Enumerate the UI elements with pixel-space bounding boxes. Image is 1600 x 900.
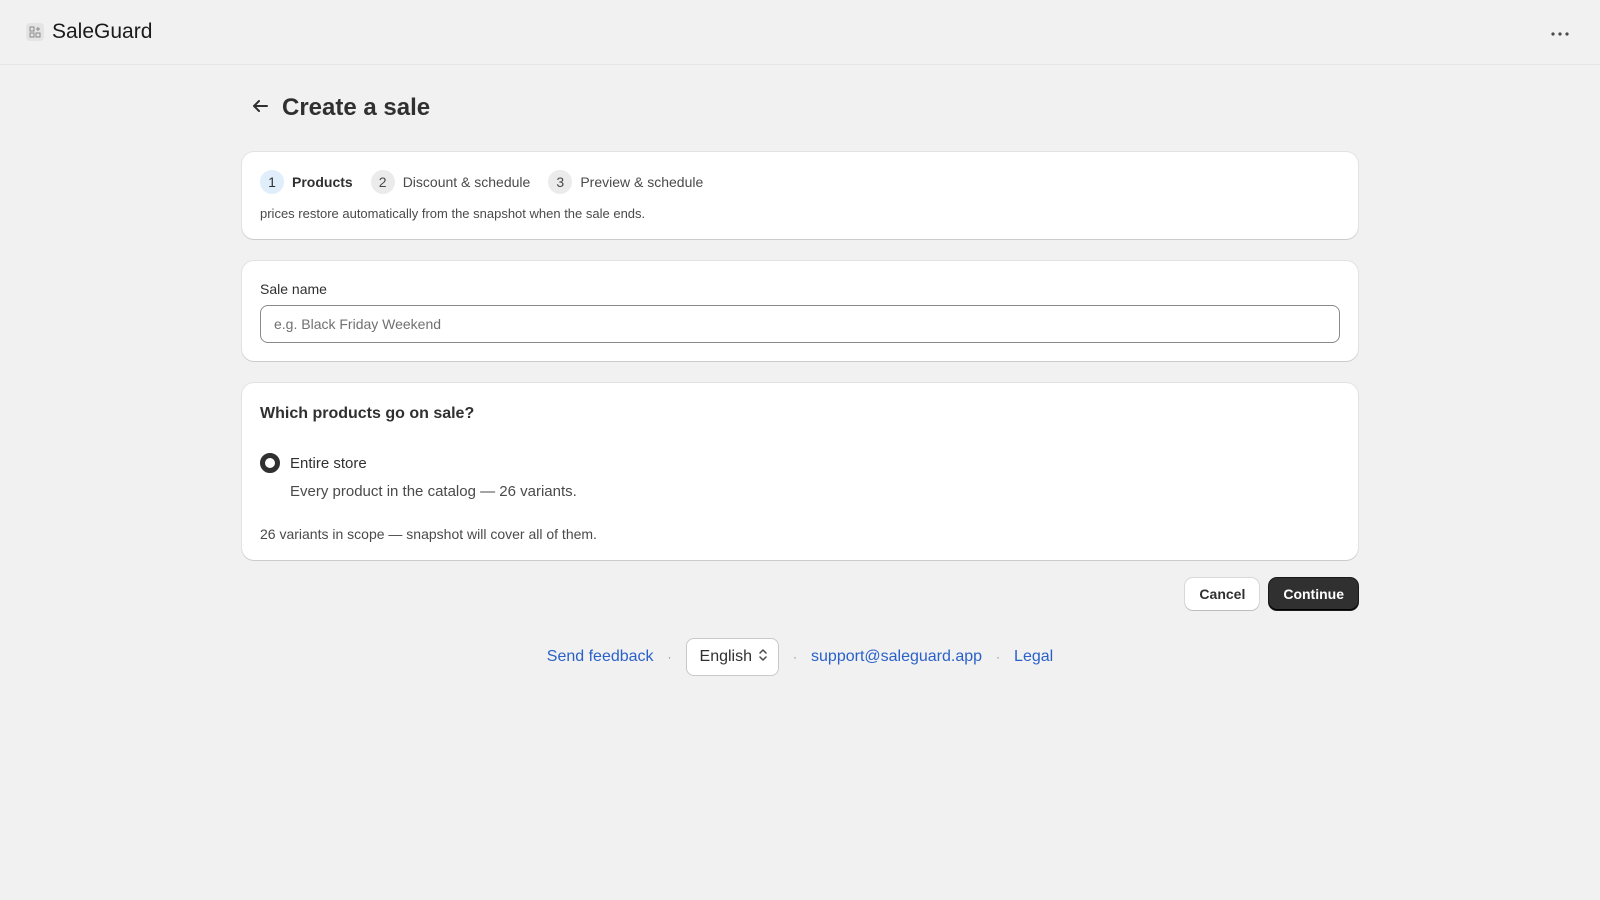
legal-link[interactable]: Legal <box>1014 648 1053 666</box>
continue-button[interactable]: Continue <box>1269 578 1358 610</box>
step-number: 1 <box>260 170 284 194</box>
app-title: SaleGuard <box>52 20 153 43</box>
top-bar: SaleGuard <box>0 0 1600 65</box>
products-section-title: Which products go on sale? <box>260 405 475 422</box>
cancel-button[interactable]: Cancel <box>1185 578 1260 610</box>
step-label: Products <box>292 174 353 190</box>
footer-separator: · <box>667 650 672 664</box>
step-number: 2 <box>370 170 395 194</box>
step-discount-schedule[interactable]: 2 Discount & schedule <box>370 170 531 194</box>
app-grid-icon <box>26 23 44 41</box>
steps-note: prices restore automatically from the sn… <box>260 206 646 221</box>
products-card: Which products go on sale? Entire store … <box>242 383 1358 560</box>
entire-store-radio[interactable] <box>260 453 280 473</box>
brand: SaleGuard <box>26 20 152 44</box>
more-actions-button[interactable] <box>1546 18 1574 46</box>
footer-separator: · <box>996 650 1001 664</box>
entire-store-option[interactable]: Entire store <box>260 453 1340 473</box>
arrow-left-icon <box>251 99 269 118</box>
language-value: English <box>699 648 753 665</box>
back-button[interactable] <box>248 96 272 120</box>
step-preview-schedule[interactable]: 3 Preview & schedule <box>548 170 703 194</box>
scope-note: 26 variants in scope — snapshot will cov… <box>260 526 597 542</box>
more-horizontal-icon <box>1551 23 1569 41</box>
step-products[interactable]: 1 Products <box>260 170 353 194</box>
sale-name-card: Sale name <box>242 261 1358 361</box>
page-header: Create a sale <box>242 94 1358 122</box>
support-email-link[interactable]: support@saleguard.app <box>811 648 982 666</box>
chevron-up-down-icon <box>758 648 768 667</box>
step-number: 3 <box>548 170 573 194</box>
steps-card: 1 Products 2 Discount & schedule 3 Previ… <box>242 152 1358 239</box>
step-label: Discount & schedule <box>402 174 531 190</box>
sale-name-input[interactable] <box>260 305 1340 343</box>
sale-name-label: Sale name <box>260 281 327 297</box>
entire-store-help: Every product in the catalog — 26 varian… <box>290 483 577 500</box>
page-title: Create a sale <box>282 94 431 121</box>
form-actions: Cancel Continue <box>242 578 1358 610</box>
main-content: Create a sale 1 Products 2 Discount & sc… <box>242 65 1358 676</box>
stepper: 1 Products 2 Discount & schedule 3 Previ… <box>260 170 1340 194</box>
language-select[interactable]: English <box>685 638 780 676</box>
step-label: Preview & schedule <box>580 174 704 190</box>
send-feedback-link[interactable]: Send feedback <box>547 648 654 666</box>
footer-separator: · <box>793 650 798 664</box>
entire-store-label: Entire store <box>290 454 367 472</box>
footer: Send feedback · English · support@salegu… <box>242 638 1358 676</box>
